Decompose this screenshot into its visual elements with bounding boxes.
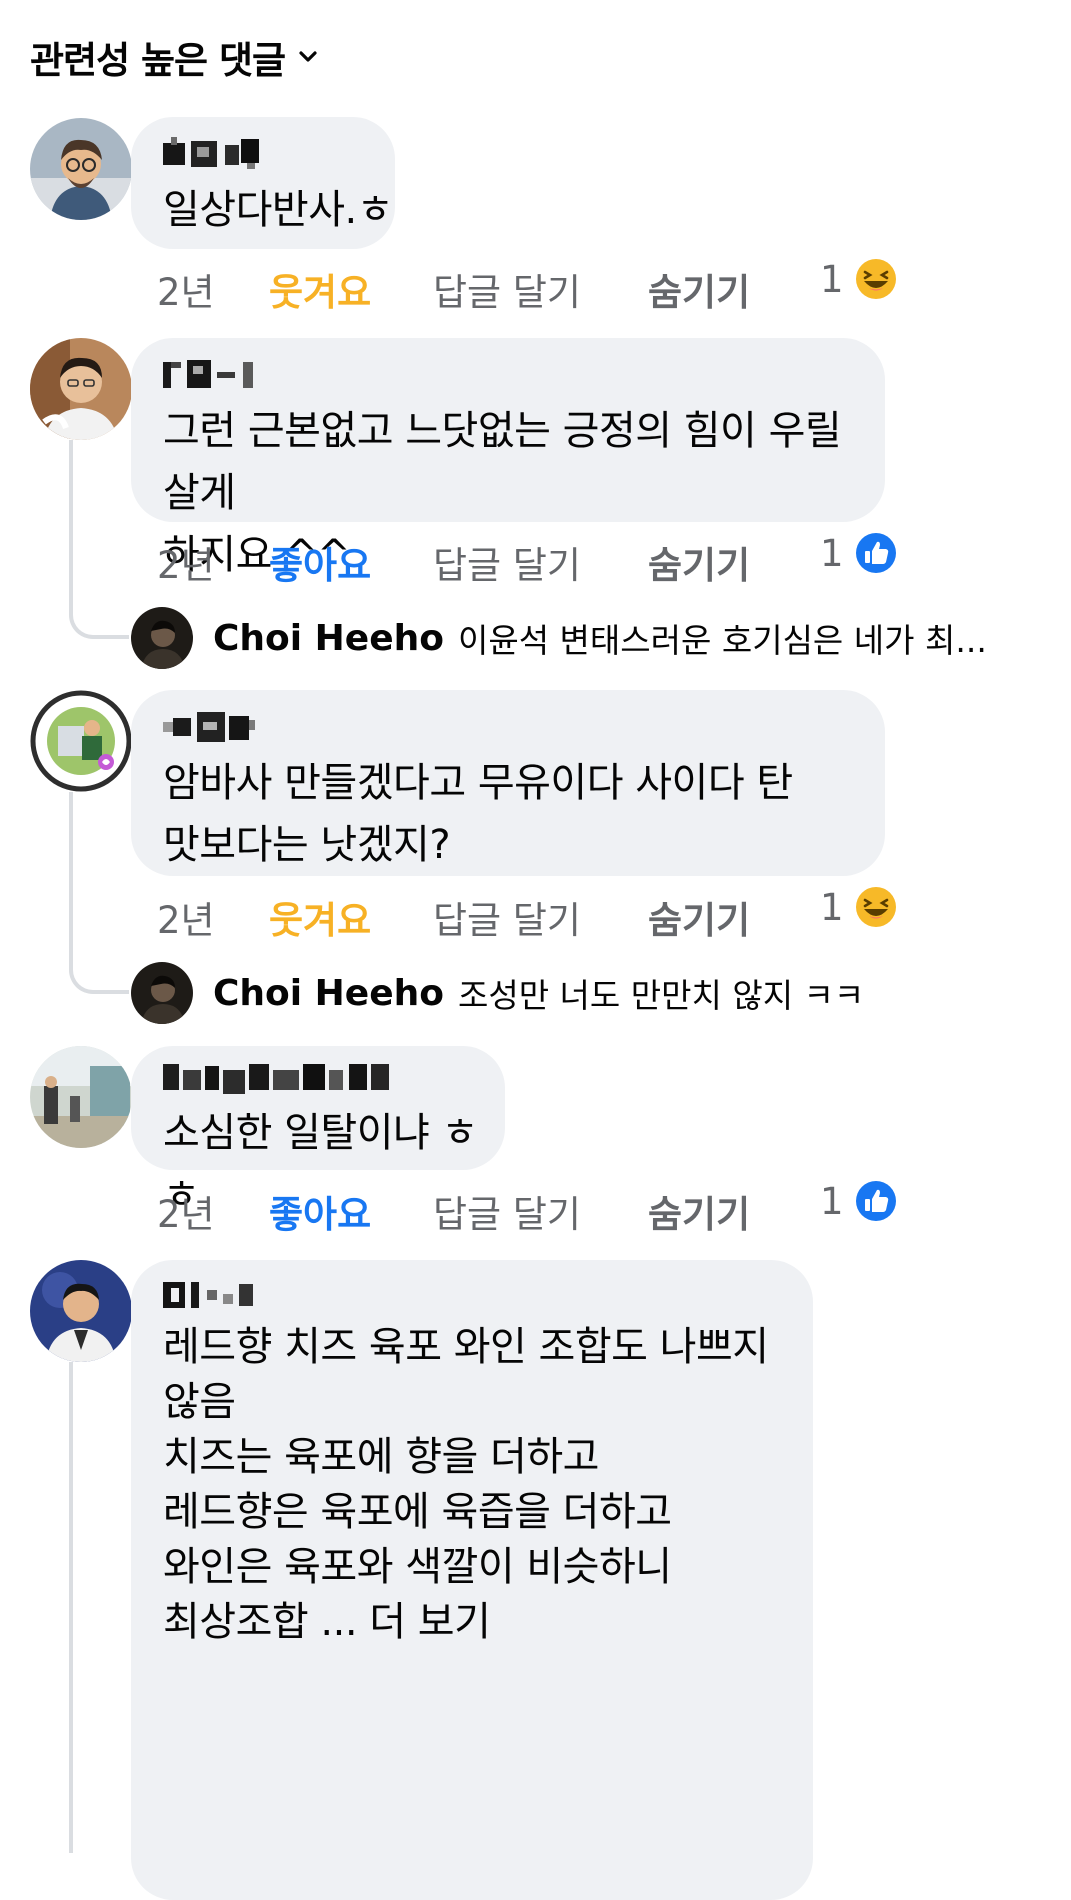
reply-text: 이윤석 변태스러운 호기심은 네가 최... (457, 621, 987, 660)
comment-time[interactable]: 2년 (157, 1184, 269, 1238)
haha-emoji-icon (855, 259, 896, 299)
hide-button[interactable]: 숨기기 (648, 890, 750, 944)
reaction-button[interactable]: 좋아요 (269, 535, 433, 589)
author-name-redacted[interactable] (163, 1060, 391, 1094)
comment-actions: 2년 웃겨요 답글 달기 숨기기 (157, 890, 750, 944)
hide-button[interactable]: 숨기기 (648, 1184, 750, 1238)
filter-title: 관련성 높은 댓글 (30, 39, 286, 82)
reply-thread-line (69, 440, 129, 639)
like-thumb-icon (855, 1181, 896, 1221)
comments-filter-header[interactable]: 관련성 높은 댓글 (30, 30, 317, 84)
avatar[interactable] (30, 118, 132, 220)
reaction-button[interactable]: 웃겨요 (269, 262, 433, 316)
reaction-count-number: 1 (820, 531, 844, 575)
reply-preview[interactable]: Choi Heeho 조성만 너도 만만치 않지 ㅋㅋ (131, 962, 864, 1024)
author-name-redacted[interactable] (163, 1278, 257, 1312)
comment-time[interactable]: 2년 (157, 262, 269, 316)
reaction-count[interactable]: 1 (820, 1179, 898, 1223)
reply-thread-line (69, 1362, 73, 1853)
comment-time[interactable]: 2년 (157, 890, 269, 944)
reply-button[interactable]: 답글 달기 (433, 262, 648, 316)
comment-bubble[interactable]: 레드향 치즈 육포 와인 조합도 나쁘지 않음 치즈는 육포에 향을 더하고 레… (131, 1260, 813, 1900)
reaction-count[interactable]: 1 (820, 531, 898, 575)
reply-button[interactable]: 답글 달기 (433, 890, 648, 944)
reaction-count-number: 1 (820, 885, 844, 929)
hide-button[interactable]: 숨기기 (648, 535, 750, 589)
reply-text: 조성만 너도 만만치 않지 ㅋㅋ (457, 976, 865, 1015)
comment-time[interactable]: 2년 (157, 535, 269, 589)
reply-button[interactable]: 답글 달기 (433, 1184, 648, 1238)
comment-actions: 2년 웃겨요 답글 달기 숨기기 (157, 262, 750, 316)
avatar[interactable] (30, 690, 132, 792)
comment-bubble[interactable]: 소심한 일탈이냐 ㅎㅎ (131, 1046, 505, 1218)
reaction-count[interactable]: 1 (820, 257, 898, 301)
comment-actions: 2년 좋아요 답글 달기 숨기기 (157, 535, 750, 589)
reaction-button[interactable]: 좋아요 (269, 1184, 433, 1238)
comment-text: 레드향 치즈 육포 와인 조합도 나쁘지 않음 치즈는 육포에 향을 더하고 레… (163, 1324, 769, 1645)
hide-button[interactable]: 숨기기 (648, 262, 750, 316)
comment-bubble[interactable]: 암바사 만들겠다고 무유이다 사이다 탄 맛보다는 낫겠지? (131, 690, 885, 876)
reaction-count[interactable]: 1 (820, 885, 898, 929)
comment-bubble[interactable]: 그런 근본없고 느닷없는 긍정의 힘이 우릴 살게 하지요 ^^ (131, 338, 885, 578)
comment-actions: 2년 좋아요 답글 달기 숨기기 (157, 1184, 750, 1238)
like-thumb-icon (855, 533, 896, 573)
reply-preview[interactable]: Choi Heeho 이윤석 변태스러운 호기심은 네가 최... (131, 607, 987, 669)
reply-author-name[interactable]: Choi Heeho (213, 618, 444, 659)
author-name-redacted[interactable] (163, 358, 259, 392)
reply-thread-line (69, 792, 129, 994)
author-name-redacted[interactable] (163, 710, 257, 744)
comment-text: 일상다반사.ㅎ (163, 187, 394, 233)
haha-emoji-icon (855, 887, 896, 927)
reply-button[interactable]: 답글 달기 (433, 535, 648, 589)
reaction-count-number: 1 (820, 1179, 844, 1223)
comment-bubble[interactable]: 일상다반사.ㅎ (131, 117, 395, 249)
reaction-button[interactable]: 웃겨요 (269, 890, 433, 944)
reply-author-name[interactable]: Choi Heeho (213, 973, 444, 1014)
avatar[interactable] (30, 338, 132, 440)
avatar[interactable] (30, 1046, 132, 1148)
avatar[interactable] (30, 1260, 132, 1362)
author-name-redacted[interactable] (163, 137, 261, 171)
chevron-down-icon (299, 51, 317, 62)
avatar[interactable] (131, 607, 193, 669)
avatar[interactable] (131, 962, 193, 1024)
comment-text: 암바사 만들겠다고 무유이다 사이다 탄 맛보다는 낫겠지? (163, 760, 793, 868)
reaction-count-number: 1 (820, 257, 844, 301)
